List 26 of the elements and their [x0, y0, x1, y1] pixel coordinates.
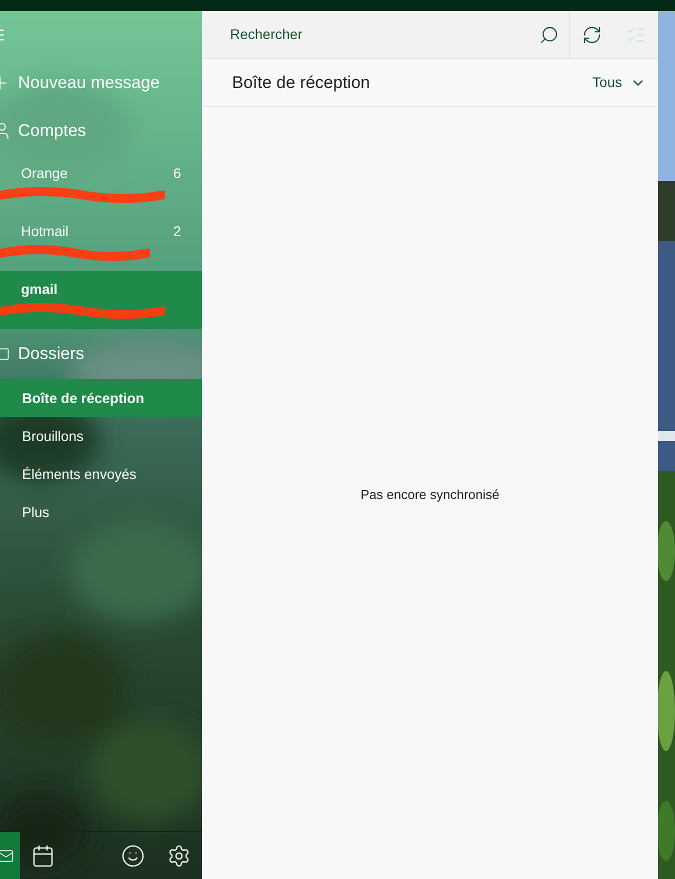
account-item[interactable]: gmail: [0, 271, 202, 329]
account-item[interactable]: Orange 6: [0, 155, 202, 213]
inbox-title: Boîte de réception: [232, 72, 371, 94]
mail-icon: [0, 848, 14, 864]
unread-count: 2: [173, 222, 181, 241]
empty-message: Pas encore synchronisé: [360, 486, 500, 504]
folders-heading: Dossiers: [18, 343, 84, 366]
calendar-icon: [31, 844, 55, 868]
account-name: gmail: [21, 280, 58, 299]
accounts-heading: Comptes: [18, 120, 86, 142]
folder-item[interactable]: Boîte de réception: [0, 379, 202, 417]
filter-dropdown[interactable]: Tous: [592, 72, 646, 93]
folder-item[interactable]: Éléments envoyés: [0, 455, 202, 493]
new-message-button[interactable]: Nouveau message: [0, 59, 202, 107]
sync-icon: [582, 24, 602, 44]
folder-item[interactable]: Brouillons: [0, 417, 202, 455]
settings-icon: [167, 844, 191, 868]
folder-icon: [0, 347, 10, 361]
account-name: Hotmail: [21, 222, 68, 241]
smiley-icon: [121, 844, 145, 868]
account-item[interactable]: Hotmail 2: [0, 213, 202, 271]
folder-item[interactable]: Plus: [0, 493, 202, 531]
account-name: Orange: [21, 164, 68, 183]
unread-count: 6: [173, 164, 181, 183]
mail-button[interactable]: [0, 832, 20, 879]
search-icon: [539, 24, 559, 44]
